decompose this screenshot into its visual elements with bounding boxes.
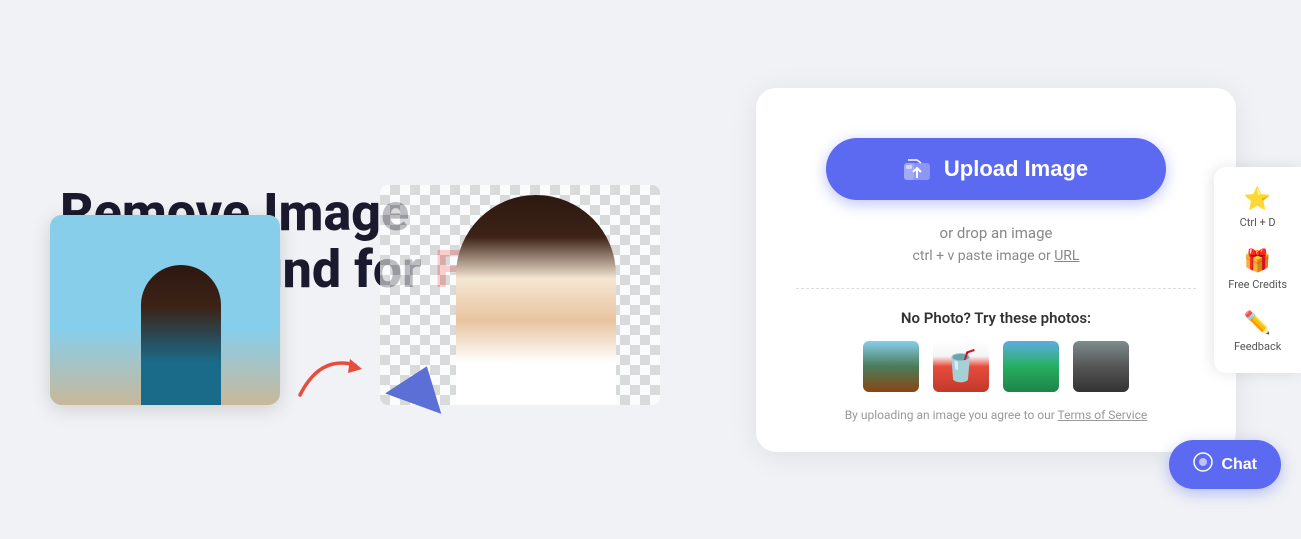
thumb-drink-bg: 🥤	[933, 341, 989, 392]
chat-label: Chat	[1221, 456, 1257, 474]
woman-silhouette-after	[456, 195, 616, 405]
woman-silhouette-before	[50, 215, 280, 405]
tos-link[interactable]: Terms of Service	[1058, 408, 1148, 422]
sample-images-row: 🥤	[861, 339, 1131, 394]
sidebar-credits-button[interactable]: 🎁 Free Credits	[1222, 241, 1293, 299]
paste-label: ctrl + v paste image or	[913, 248, 1051, 264]
paste-text: ctrl + v paste image or URL	[913, 248, 1080, 264]
thumb-car-bg	[1073, 341, 1129, 392]
before-after-images	[50, 185, 660, 405]
sample-thumb-1[interactable]	[861, 339, 921, 394]
drop-text: or drop an image	[940, 224, 1053, 242]
after-image	[380, 185, 660, 405]
pencil-icon: ✏️	[1244, 311, 1271, 336]
section-divider	[796, 288, 1196, 289]
thumb-person-bg	[863, 341, 919, 392]
sidebar-feedback-label: Feedback	[1234, 340, 1281, 353]
upload-button-label: Upload Image	[944, 156, 1088, 182]
sample-section: No Photo? Try these photos: 🥤	[796, 309, 1196, 422]
chat-button[interactable]: Chat	[1169, 440, 1281, 489]
sidebar-bookmark-button[interactable]: ⭐ Ctrl + D	[1228, 179, 1288, 237]
upload-image-button[interactable]: Upload Image	[826, 138, 1166, 200]
upload-card: Upload Image or drop an image ctrl + v p…	[756, 88, 1236, 452]
sample-title: No Photo? Try these photos:	[901, 309, 1091, 327]
upload-icon	[904, 158, 930, 180]
star-icon: ⭐	[1244, 187, 1271, 212]
before-image-inner	[50, 215, 280, 405]
tos-text: By uploading an image you agree to our T…	[845, 408, 1148, 422]
thumb-nature-bg	[1003, 341, 1059, 392]
sidebar-bookmark-label: Ctrl + D	[1240, 216, 1276, 229]
arrow-container	[280, 345, 380, 405]
gift-icon: 🎁	[1244, 249, 1271, 274]
chat-icon	[1193, 452, 1213, 477]
sample-thumb-2[interactable]: 🥤	[931, 339, 991, 394]
arrow-icon	[290, 345, 370, 405]
sample-thumb-3[interactable]	[1001, 339, 1061, 394]
url-link[interactable]: URL	[1054, 248, 1079, 264]
sidebar-credits-label: Free Credits	[1228, 278, 1287, 291]
right-section: Upload Image or drop an image ctrl + v p…	[751, 88, 1241, 452]
main-container: Remove Image Background for Free 100% au…	[0, 0, 1301, 539]
tos-prefix: By uploading an image you agree to our	[845, 408, 1055, 422]
sidebar-feedback-button[interactable]: ✏️ Feedback	[1228, 303, 1288, 361]
before-image	[50, 215, 280, 405]
sample-thumb-4[interactable]	[1071, 339, 1131, 394]
sidebar-floating: ⭐ Ctrl + D 🎁 Free Credits ✏️ Feedback	[1214, 167, 1301, 373]
left-section: Remove Image Background for Free 100% au…	[60, 174, 711, 365]
